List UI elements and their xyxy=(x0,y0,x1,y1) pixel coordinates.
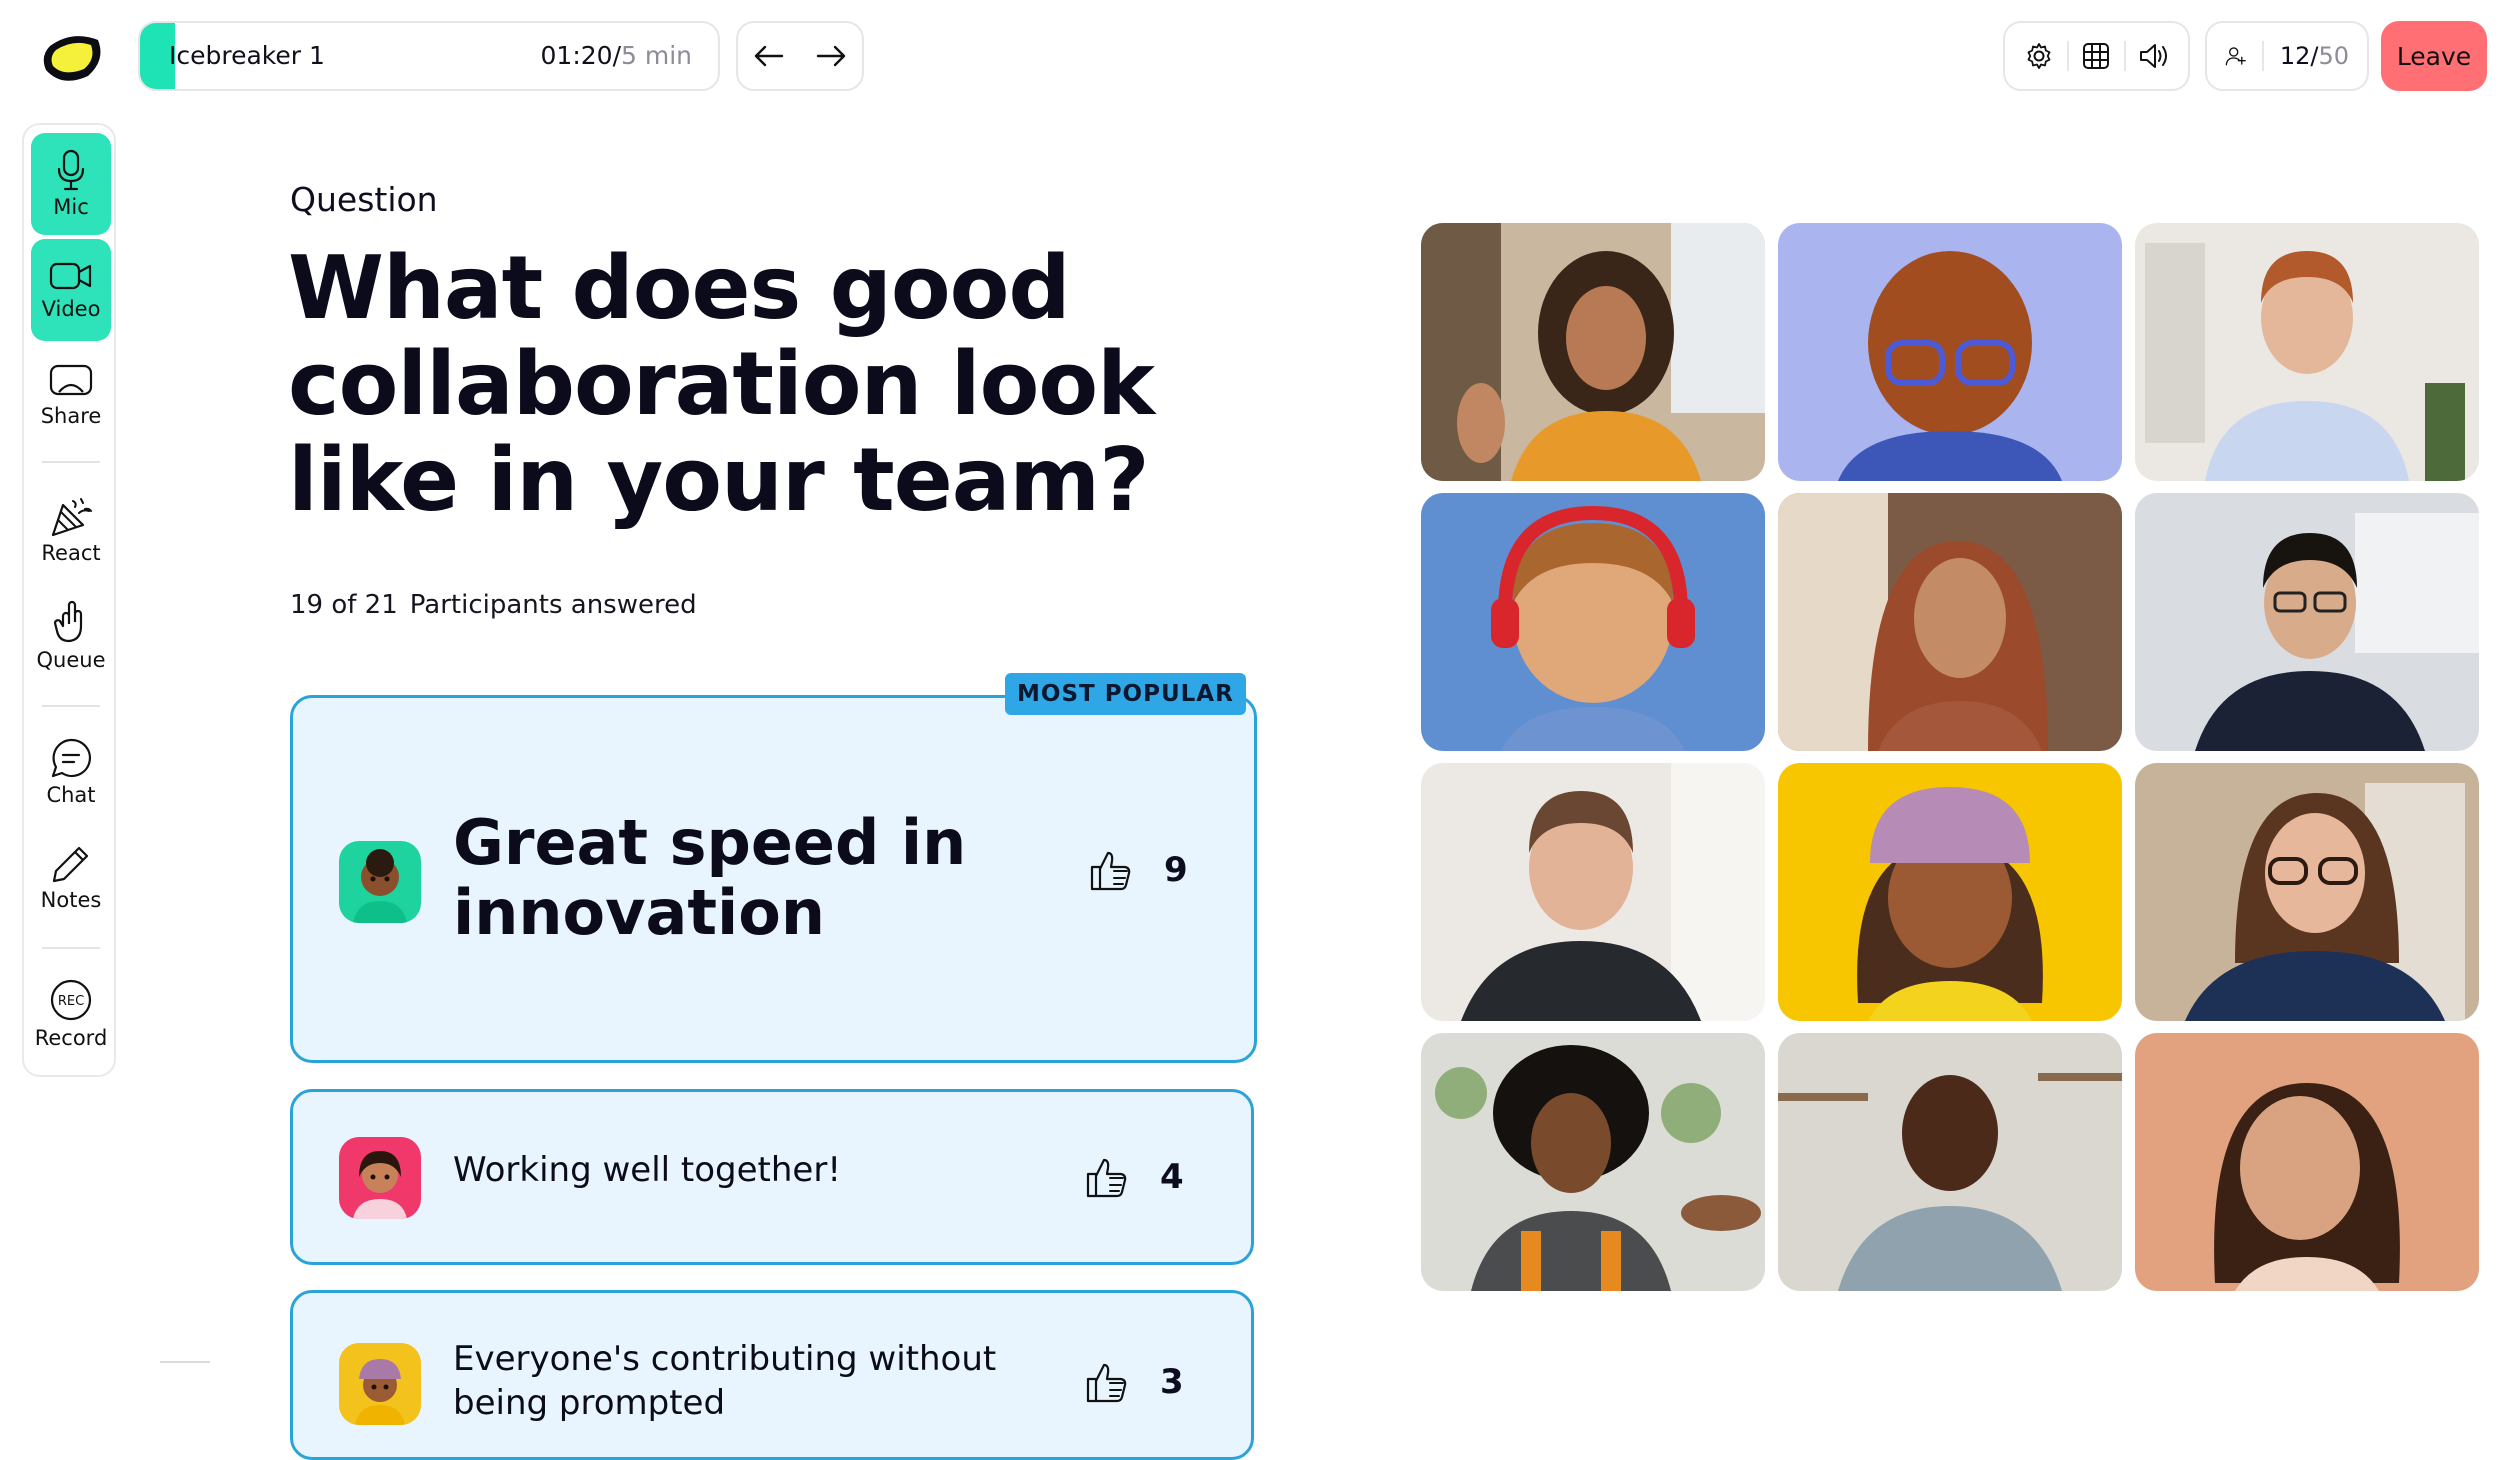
vote-count: 9 xyxy=(1164,850,1188,890)
participant-video-tile[interactable] xyxy=(1778,493,2122,751)
share-button[interactable]: Share xyxy=(31,345,111,447)
microphone-icon xyxy=(57,149,85,191)
chat-button[interactable]: Chat xyxy=(31,721,111,823)
react-label: React xyxy=(41,541,101,565)
answer-author-avatar xyxy=(339,841,421,923)
question-title: What does good collaboration look like i… xyxy=(288,237,1155,531)
participant-video-tile[interactable] xyxy=(1421,223,1765,481)
video-label: Video xyxy=(41,297,101,321)
grid-layout-icon[interactable] xyxy=(2076,36,2116,76)
vote-control[interactable]: 3 xyxy=(1084,1359,1184,1405)
participant-video-tile[interactable] xyxy=(1421,1033,1765,1291)
queue-button[interactable]: Queue xyxy=(31,585,111,687)
participant-video-tile[interactable] xyxy=(2135,493,2479,751)
participants-counter[interactable]: 12/50 xyxy=(2205,21,2369,91)
answer-author-avatar xyxy=(339,1137,421,1219)
mic-button[interactable]: Mic xyxy=(31,133,111,235)
raised-hand-icon xyxy=(53,600,83,643)
timer-total: 5 min xyxy=(621,41,692,70)
participant-count: 12 xyxy=(2279,42,2311,70)
previous-arrow-icon[interactable] xyxy=(749,36,789,76)
participant-video-tile[interactable] xyxy=(1778,223,2122,481)
toolbar-divider xyxy=(42,461,100,463)
party-popper-icon xyxy=(51,498,92,537)
answer-card[interactable]: Great speed in innovation 9 xyxy=(290,695,1257,1063)
participant-video-tile[interactable] xyxy=(2135,763,2479,1021)
divider xyxy=(160,1361,210,1363)
record-button[interactable]: REC Record xyxy=(31,963,111,1065)
participant-video-tile[interactable] xyxy=(1421,763,1765,1021)
share-label: Share xyxy=(40,404,102,428)
left-toolbar: Mic Video Share React Queue Chat Notes R… xyxy=(22,123,116,1077)
video-button[interactable]: Video xyxy=(31,239,111,341)
room-controls xyxy=(2003,21,2190,91)
question-label: Question xyxy=(290,180,438,219)
timer-readout: 01:20/5 min xyxy=(541,23,692,89)
participant-video-grid xyxy=(1421,223,2481,1293)
next-arrow-icon[interactable] xyxy=(811,36,851,76)
answer-text: Everyone's contributing without being pr… xyxy=(453,1339,997,1423)
thumbs-up-icon xyxy=(1086,1158,1127,1198)
participant-video-tile[interactable] xyxy=(1778,1033,2122,1291)
leave-button[interactable]: Leave xyxy=(2381,21,2487,91)
participant-video-tile[interactable] xyxy=(1778,763,2122,1021)
answer-card[interactable]: Everyone's contributing without being pr… xyxy=(290,1290,1254,1460)
rec-icon: REC xyxy=(50,979,92,1021)
answer-text: Great speed in innovation xyxy=(453,806,967,949)
most-popular-badge: MOST POPULAR xyxy=(1005,673,1246,715)
participant-video-tile[interactable] xyxy=(2135,223,2479,481)
vote-count: 4 xyxy=(1160,1157,1184,1197)
answered-label: Participants answered xyxy=(409,590,697,620)
react-button[interactable]: React xyxy=(31,479,111,581)
chat-label: Chat xyxy=(46,783,96,807)
answer-card[interactable]: Working well together! 4 xyxy=(290,1089,1254,1265)
rec-text: REC xyxy=(58,994,84,1009)
chat-bubble-icon xyxy=(51,738,91,778)
thumbs-up-icon xyxy=(1090,851,1131,891)
participant-video-tile[interactable] xyxy=(2135,1033,2479,1291)
timer-separator: / xyxy=(612,41,621,70)
timer-elapsed: 01:20 xyxy=(540,41,613,70)
screen-share-icon xyxy=(49,364,93,396)
toolbar-divider xyxy=(42,705,100,707)
add-person-icon xyxy=(2225,47,2246,66)
activity-name: Icebreaker 1 xyxy=(169,41,325,70)
vote-count: 3 xyxy=(1160,1362,1184,1402)
vote-control[interactable]: 4 xyxy=(1084,1154,1184,1200)
divider xyxy=(2262,41,2264,71)
toolbar-divider xyxy=(42,947,100,949)
answer-author-avatar xyxy=(339,1343,421,1425)
divider xyxy=(2124,41,2127,71)
participant-count-readout: 12/50 xyxy=(2280,42,2349,70)
participant-video-tile[interactable] xyxy=(1421,493,1765,751)
answered-summary: 19 of 21 Participants answered xyxy=(290,590,697,620)
mic-label: Mic xyxy=(53,195,89,219)
divider xyxy=(2066,41,2069,71)
notes-button[interactable]: Notes xyxy=(31,827,111,929)
queue-label: Queue xyxy=(36,648,106,672)
participant-capacity: 50 xyxy=(2318,42,2349,70)
activity-navigation xyxy=(736,21,864,91)
speaker-volume-icon[interactable] xyxy=(2134,36,2174,76)
answer-text: Working well together! xyxy=(453,1150,841,1190)
notes-label: Notes xyxy=(40,888,102,912)
thumbs-up-icon xyxy=(1086,1363,1127,1403)
record-label: Record xyxy=(34,1026,108,1050)
video-camera-icon xyxy=(49,262,92,290)
vote-control[interactable]: 9 xyxy=(1088,847,1188,893)
answered-count: 19 of 21 xyxy=(290,590,398,620)
activity-timer: Icebreaker 1 01:20/5 min xyxy=(138,21,720,91)
pencil-icon xyxy=(52,846,89,883)
settings-gear-icon[interactable] xyxy=(2019,36,2059,76)
app-logo xyxy=(40,30,104,84)
